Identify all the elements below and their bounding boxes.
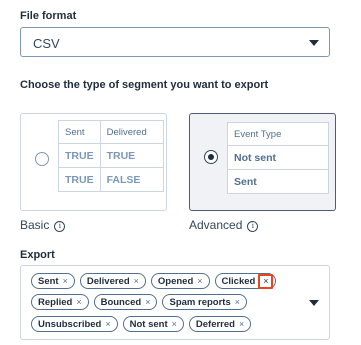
tag-label: Bounced bbox=[100, 296, 142, 308]
file-format-select[interactable]: CSV bbox=[20, 27, 330, 57]
basic-cell: FALSE bbox=[99, 167, 164, 192]
advanced-radio[interactable] bbox=[204, 150, 218, 164]
remove-tag-icon[interactable]: × bbox=[134, 276, 139, 286]
remove-tag-icon[interactable]: × bbox=[235, 297, 240, 307]
tag-label: Deferred bbox=[195, 318, 235, 330]
tag-deferred: Deferred × bbox=[188, 316, 252, 332]
basic-header-sent: Sent bbox=[58, 120, 101, 144]
tag-label: Delivered bbox=[86, 275, 130, 287]
advanced-example-table: Event Type Not sent Sent bbox=[227, 122, 329, 194]
tag-label: Not sent bbox=[129, 318, 168, 330]
tag-clicked: Clicked × bbox=[214, 273, 277, 289]
segment-type-label: Choose the type of segment you want to e… bbox=[20, 79, 269, 91]
advanced-caption-text: Advanced bbox=[189, 218, 243, 232]
remove-tag-icon[interactable]: × bbox=[76, 297, 81, 307]
basic-radio[interactable] bbox=[35, 152, 49, 166]
tag-label: Clicked bbox=[221, 275, 256, 287]
basic-header-delivered: Delivered bbox=[99, 120, 164, 144]
advanced-cell: Sent bbox=[227, 169, 329, 194]
advanced-cell: Not sent bbox=[227, 145, 329, 170]
remove-tag-icon[interactable]: × bbox=[239, 319, 244, 329]
tag-delivered: Delivered × bbox=[79, 273, 146, 289]
basic-example-table: Sent Delivered TRUE TRUE TRUE FALSE bbox=[58, 120, 164, 192]
tag-label: Opened bbox=[157, 275, 194, 287]
remove-tag-icon[interactable]: × bbox=[197, 276, 202, 286]
tag-label: Spam reports bbox=[169, 296, 231, 308]
info-icon[interactable]: i bbox=[54, 221, 66, 232]
tag-spam-reports: Spam reports × bbox=[162, 294, 247, 310]
tag-label: Sent bbox=[38, 275, 59, 287]
remove-tag-icon[interactable]: × bbox=[145, 297, 150, 307]
caret-down-icon[interactable] bbox=[309, 300, 319, 306]
tag-not-sent: Not sent × bbox=[122, 316, 184, 332]
tag-opened: Opened × bbox=[150, 273, 210, 289]
tag-bounced: Bounced × bbox=[93, 294, 158, 310]
file-format-label: File format bbox=[20, 10, 77, 22]
advanced-caption: Advanced i bbox=[189, 218, 259, 232]
basic-cell: TRUE bbox=[58, 143, 101, 168]
tag-sent: Sent × bbox=[31, 273, 75, 289]
file-format-value: CSV bbox=[33, 36, 60, 51]
basic-cell: TRUE bbox=[58, 167, 101, 192]
basic-caption-text: Basic bbox=[20, 218, 50, 232]
basic-cell: TRUE bbox=[99, 143, 164, 168]
tag-replied: Replied × bbox=[31, 294, 89, 310]
tag-row: Replied × Bounced × Spam reports × bbox=[31, 294, 247, 310]
remove-tag-icon-highlighted[interactable]: × bbox=[258, 273, 274, 289]
tag-row: Sent × Delivered × Opened × Clicked × bbox=[31, 273, 277, 289]
info-icon[interactable]: i bbox=[247, 221, 259, 232]
advanced-header-event-type: Event Type bbox=[227, 122, 329, 146]
export-label: Export bbox=[20, 249, 55, 261]
export-multiselect[interactable]: Sent × Delivered × Opened × Clicked × Replie… bbox=[20, 265, 330, 340]
advanced-segment-card[interactable]: Event Type Not sent Sent bbox=[189, 113, 336, 211]
remove-tag-icon[interactable]: × bbox=[63, 276, 68, 286]
caret-down-icon bbox=[309, 40, 319, 46]
basic-segment-card[interactable]: Sent Delivered TRUE TRUE TRUE FALSE bbox=[20, 113, 167, 211]
remove-tag-icon[interactable]: × bbox=[105, 319, 110, 329]
remove-tag-icon[interactable]: × bbox=[172, 319, 177, 329]
basic-caption: Basic i bbox=[20, 218, 66, 232]
tag-row: Unsubscribed × Not sent × Deferred × bbox=[31, 316, 252, 332]
tag-unsubscribed: Unsubscribed × bbox=[31, 316, 118, 332]
tag-label: Replied bbox=[38, 296, 73, 308]
tag-label: Unsubscribed bbox=[38, 318, 102, 330]
